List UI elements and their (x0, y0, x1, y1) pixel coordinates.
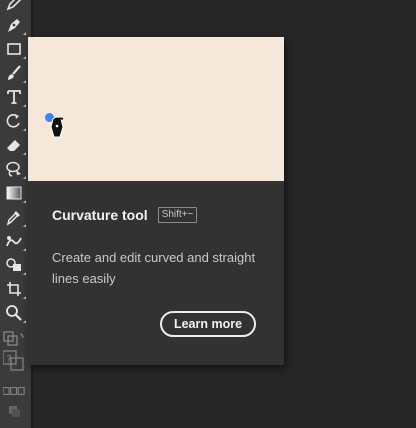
pencil-tool[interactable] (3, 0, 25, 14)
gradient-tool[interactable] (3, 182, 26, 204)
pencil-icon (6, 0, 22, 11)
type-t-icon (7, 90, 21, 104)
gradient-icon (6, 186, 22, 200)
tool-preview-animation (28, 37, 284, 181)
shape-builder-tool[interactable] (3, 254, 26, 276)
eyedropper-tool[interactable] (3, 206, 26, 228)
shape-builder-icon (6, 258, 21, 271)
artboard-icon (7, 282, 21, 296)
eraser-tool[interactable] (3, 134, 26, 156)
type-tool[interactable] (3, 86, 26, 108)
fill-stroke-swatch[interactable] (3, 328, 25, 350)
rotate-tool[interactable] (3, 110, 26, 132)
shortcut-badge: Shift+~ (157, 207, 198, 223)
rectangle-tool[interactable] (3, 38, 26, 60)
tool-title: Curvature tool (52, 207, 148, 223)
curvature-pen-cursor-icon (50, 116, 64, 138)
rectangle-icon (7, 43, 21, 55)
fill-stroke-icon (3, 331, 24, 346)
eyedropper-icon (6, 211, 20, 226)
screen-mode[interactable] (3, 380, 25, 402)
zoom-tool[interactable] (3, 302, 26, 324)
blend-tool[interactable] (3, 230, 26, 252)
paintbrush-tool[interactable] (3, 62, 26, 84)
blend-icon (6, 236, 22, 247)
layers-icon (9, 406, 20, 417)
tooltip-title-row: Curvature tool Shift+~ (52, 207, 198, 223)
edit-toolbar[interactable]: ? (3, 350, 25, 372)
lasso-tool[interactable] (3, 158, 26, 180)
more-tools[interactable] (3, 400, 25, 422)
help-icon: ? (3, 350, 24, 371)
paintbrush-icon (8, 65, 21, 80)
magnifier-icon (6, 305, 22, 321)
rotate-icon (6, 114, 20, 128)
pen-nib-icon (8, 19, 20, 32)
eraser-icon (7, 140, 20, 151)
screen-mode-icon (3, 387, 25, 395)
pen-tool[interactable] (3, 14, 26, 36)
tool-tooltip: Curvature tool Shift+~ Create and edit c… (28, 37, 284, 365)
learn-more-button[interactable]: Learn more (160, 311, 256, 337)
artboard-tool[interactable] (3, 278, 26, 300)
tool-description: Create and edit curved and straight line… (52, 250, 256, 286)
lasso-icon (6, 161, 21, 177)
